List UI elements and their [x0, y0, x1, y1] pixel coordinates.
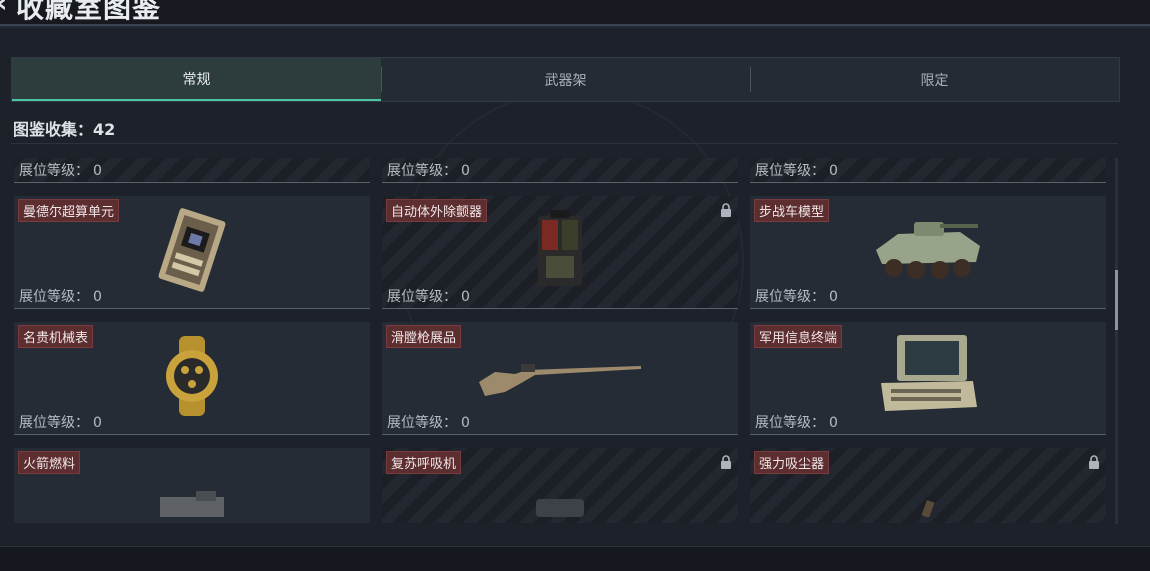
defibrillator-icon — [532, 210, 588, 294]
collection-item-card[interactable]: 复苏呼吸机展位等级：0 — [382, 448, 738, 523]
page-title: 收藏室图鉴 — [16, 0, 162, 24]
watch-icon — [157, 336, 227, 420]
collection-count: 图鉴收集：42 — [13, 116, 115, 140]
collection-item-card[interactable]: 军用信息终端 展位等级： 0 — [750, 322, 1106, 435]
item-name: 自动体外除颤器 — [386, 199, 488, 222]
booth-level: 展位等级： 0 — [387, 160, 470, 180]
item-name: 名贵机械表 — [18, 325, 94, 348]
collection-grid: 展位等级： 0 展位等级： 0 展位等级： 0 曼德尔超算单元 展位等级： 0 自动体外除颤器 展位… — [14, 158, 1106, 523]
booth-level: 展位等级： 0 — [19, 286, 102, 306]
collection-item-card[interactable]: 名贵机械表展位等级： 0 — [14, 322, 370, 435]
lock-icon — [720, 454, 732, 469]
booth-level-value: 0 — [461, 163, 470, 179]
collection-item-card[interactable]: 自动体外除颤器 展位等级： 0 — [382, 196, 738, 309]
booth-level-label: 展位等级： — [19, 415, 89, 431]
booth-level: 展位等级： 0 — [19, 160, 102, 180]
booth-level-value: 0 — [829, 415, 838, 431]
collection-grid-viewport[interactable]: 展位等级： 0 展位等级： 0 展位等级： 0 曼德尔超算单元 展位等级： 0 自动体外除颤器 展位… — [14, 158, 1106, 523]
collection-item-card[interactable]: 步战车模型展位等级： 0 — [750, 196, 1106, 309]
booth-level-label: 展位等级： — [755, 415, 825, 431]
tab-limited[interactable]: 限定 — [750, 58, 1119, 101]
item-name: 步战车模型 — [754, 199, 830, 222]
divider — [11, 143, 1118, 144]
scrollbar-thumb[interactable] — [1115, 270, 1118, 330]
collection-item-card[interactable]: 强力吸尘器展位等级：0 — [750, 448, 1106, 523]
booth-level-value: 0 — [461, 289, 470, 305]
terminal-icon — [873, 333, 983, 423]
ventilator-icon — [530, 487, 590, 521]
supercomputer-unit-icon — [150, 207, 234, 297]
booth-level: 展位等级： 0 — [387, 412, 470, 432]
rocket-fuel-icon — [152, 487, 232, 521]
booth-level: 展位等级： 0 — [19, 412, 102, 432]
collection-item-card[interactable]: 滑膛枪展品展位等级： 0 — [382, 322, 738, 435]
booth-level-value: 0 — [829, 289, 838, 305]
lock-icon — [720, 202, 732, 217]
lock-icon — [1088, 454, 1100, 469]
booth-level-label: 展位等级： — [387, 415, 457, 431]
booth-level-label: 展位等级： — [19, 163, 89, 179]
booth-level-value: 0 — [93, 415, 102, 431]
booth-level: 展位等级： 0 — [755, 412, 838, 432]
tab-weapon-rack[interactable]: 武器架 — [381, 58, 750, 101]
booth-level-label: 展位等级： — [755, 289, 825, 305]
collection-item-card[interactable]: 火箭燃料展位等级：0 — [14, 448, 370, 523]
tab-bar: 常规 武器架 限定 — [11, 57, 1120, 102]
footer-bar — [0, 546, 1150, 571]
collection-item-card[interactable]: 展位等级： 0 — [382, 158, 738, 183]
booth-level-label: 展位等级： — [387, 289, 457, 305]
tab-regular[interactable]: 常规 — [12, 58, 381, 101]
back-arrow-icon[interactable]: ‹ — [0, 0, 8, 19]
card-icon — [520, 158, 600, 159]
item-name: 强力吸尘器 — [754, 451, 830, 474]
collection-item-card[interactable]: 展位等级： 0 — [750, 158, 1106, 183]
booth-level-label: 展位等级： — [19, 289, 89, 305]
booth-level: 展位等级： 0 — [755, 160, 838, 180]
top-header: ‹ 收藏室图鉴 — [0, 0, 1150, 26]
item-name: 滑膛枪展品 — [386, 325, 462, 348]
booth-level-label: 展位等级： — [387, 163, 457, 179]
booth-level-value: 0 — [461, 415, 470, 431]
item-name: 军用信息终端 — [754, 325, 843, 348]
item-name: 曼德尔超算单元 — [18, 199, 120, 222]
item-name: 火箭燃料 — [18, 451, 81, 474]
booth-level-value: 0 — [829, 163, 838, 179]
item-name: 复苏呼吸机 — [386, 451, 462, 474]
booth-level-label: 展位等级： — [755, 163, 825, 179]
scrollbar-track[interactable] — [1115, 158, 1118, 524]
booth-level-value: 0 — [93, 289, 102, 305]
collection-count-label: 图鉴收集： — [13, 120, 94, 139]
collection-item-card[interactable]: 曼德尔超算单元 展位等级： 0 — [14, 196, 370, 309]
vacuum-icon — [908, 487, 948, 521]
ifv-model-icon — [868, 210, 988, 294]
booth-level: 展位等级： 0 — [387, 286, 470, 306]
musket-icon — [475, 352, 645, 404]
booth-level: 展位等级： 0 — [755, 286, 838, 306]
booth-level-value: 0 — [93, 163, 102, 179]
collection-item-card[interactable]: 展位等级： 0 — [14, 158, 370, 183]
collection-count-value: 42 — [93, 120, 116, 139]
